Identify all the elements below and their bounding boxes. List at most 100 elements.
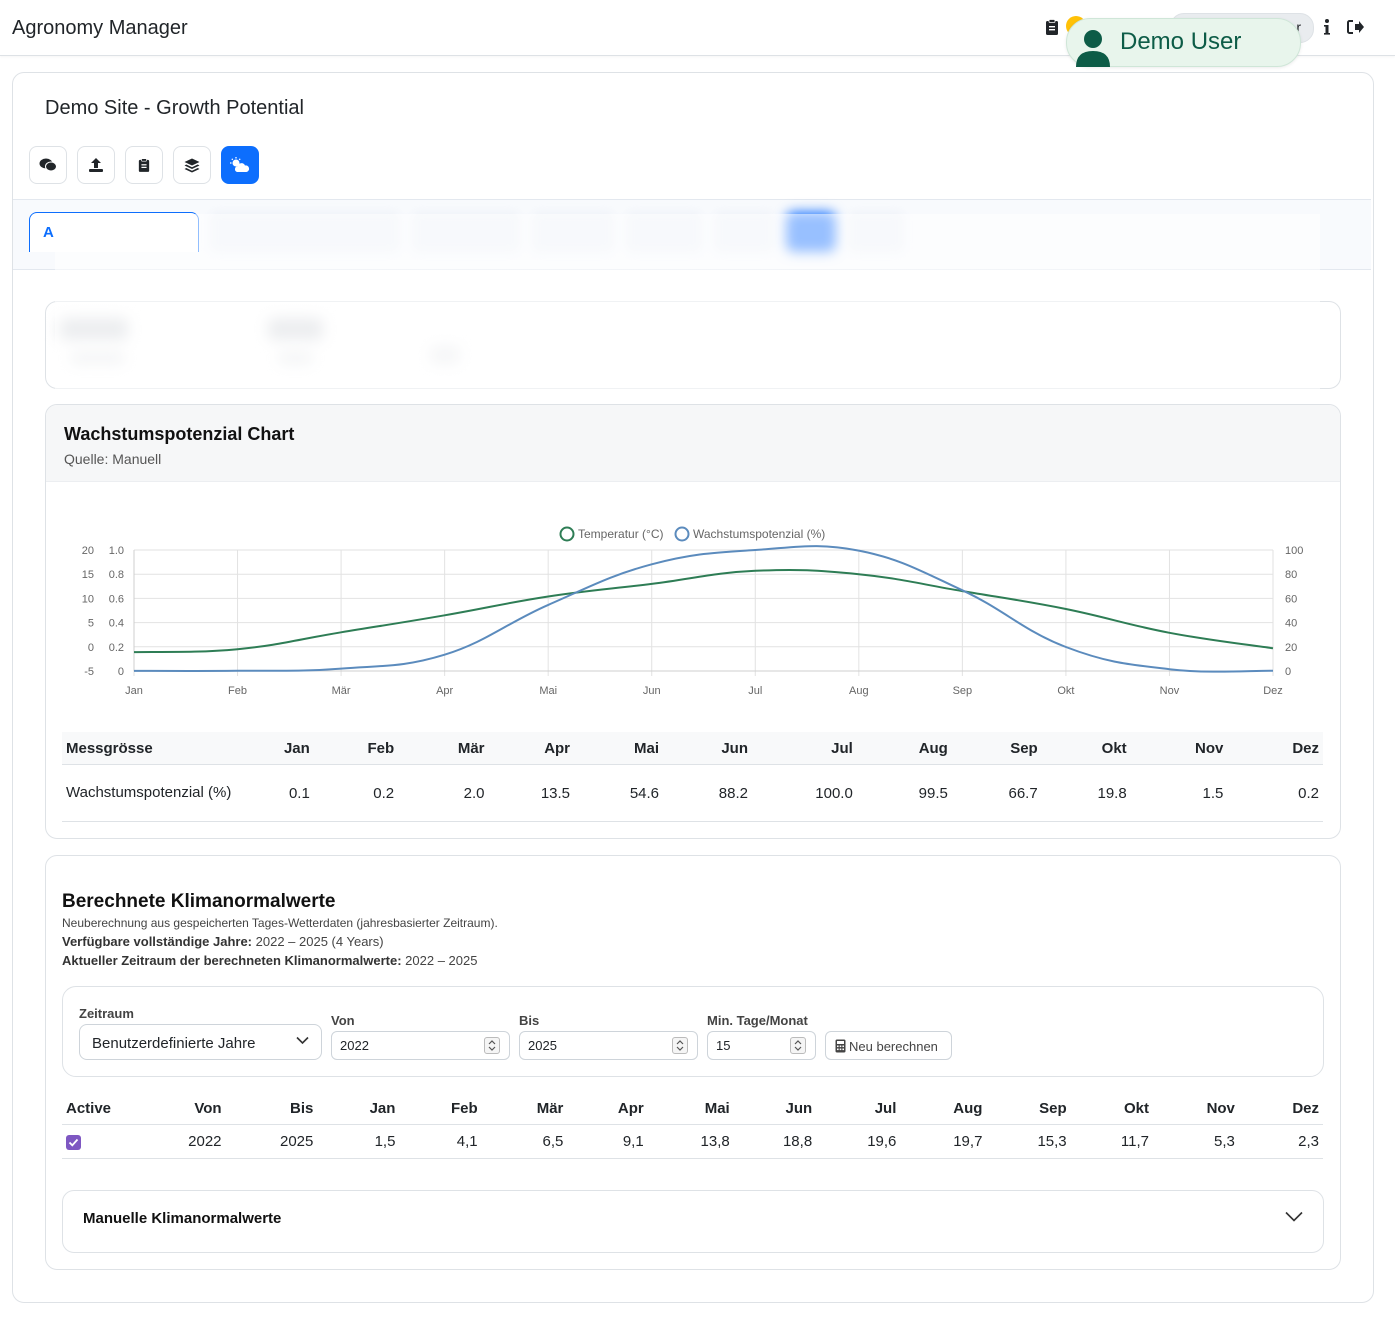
x-tick-label: Okt [1057, 685, 1074, 697]
table-cell: 0.2 [1227, 764, 1323, 822]
table-cell: 1.5 [1130, 764, 1228, 822]
table-cell: 19,7 [900, 1124, 987, 1159]
available-years: Verfügbare vollständige Jahre: 2022 – 20… [62, 934, 384, 949]
table-cell: 2,3 [1238, 1124, 1323, 1159]
x-tick-label: Mai [539, 685, 557, 697]
table-cell: 2022 [164, 1124, 226, 1159]
y-tick-label-right: 100 [1285, 545, 1303, 557]
y-tick-label-left2: 1.0 [109, 545, 124, 557]
from-year-input[interactable]: 2022 [331, 1031, 510, 1060]
y-tick-label-left: -5 [84, 666, 94, 678]
legend-label-temperature: Temperatur (°C) [578, 527, 663, 541]
column-header: Jul [752, 732, 857, 765]
y-tick-label-right: 20 [1285, 642, 1297, 654]
column-header: Dez [1227, 732, 1323, 765]
column-header: Mär [398, 732, 489, 765]
table-cell: 13.5 [488, 764, 575, 822]
climate-description: Neuberechnung aus gespeicherten Tages-We… [62, 916, 498, 930]
y-tick-label-right: 0 [1285, 666, 1291, 678]
column-header: Okt [1041, 732, 1131, 765]
column-header: Bis [225, 1093, 318, 1125]
legend-label-growth: Wachstumspotenzial (%) [693, 527, 825, 541]
table-cell: 5,3 [1152, 1124, 1239, 1159]
y-tick-label-left: 15 [82, 569, 94, 581]
column-header: Mai [574, 732, 664, 765]
manual-normals-accordion[interactable]: Manuelle Klimanormalwerte [62, 1190, 1324, 1253]
x-tick-label: Jul [748, 685, 762, 697]
column-header: Jun [733, 1093, 817, 1125]
y-tick-label-left2: 0.2 [109, 642, 124, 654]
x-tick-label: Sep [953, 685, 973, 697]
climate-normals-table: Active Von Bis Jan Feb Mär Apr Mai Jun Jul Aug Sep O… [62, 1093, 1323, 1159]
recalculate-button[interactable]: Neu berechnen [825, 1031, 952, 1060]
x-tick-label: Jun [643, 685, 661, 697]
x-tick-label: Nov [1160, 685, 1180, 697]
table-cell: 66.7 [951, 764, 1042, 822]
column-header: Active [62, 1093, 164, 1125]
table-cell: 54.6 [574, 764, 664, 822]
y-tick-label-right: 80 [1285, 569, 1297, 581]
column-header: Von [164, 1093, 226, 1125]
climate-title: Berechnete Klimanormalwerte [62, 891, 336, 912]
table-cell: 0.1 [244, 764, 314, 822]
y-tick-label-right: 40 [1285, 618, 1297, 630]
row-label: Wachstumspotenzial (%) [62, 764, 245, 822]
column-header: Nov [1130, 732, 1228, 765]
current-period: Aktueller Zeitraum der berechneten Klima… [62, 953, 478, 968]
column-header: Mai [647, 1093, 734, 1125]
chart-series [133, 545, 1274, 673]
table-cell: 99.5 [856, 764, 952, 822]
column-header: Sep [951, 732, 1042, 765]
column-header: Jul [816, 1093, 901, 1125]
stepper-icon[interactable] [672, 1037, 688, 1054]
column-header: Dez [1238, 1093, 1323, 1125]
y-tick-label-left2: 0.6 [109, 593, 124, 605]
x-tick-label: Jan [125, 685, 143, 697]
y-tick-label-left: 10 [82, 593, 94, 605]
table-cell: 9,1 [567, 1124, 648, 1159]
table-cell: 19.8 [1041, 764, 1131, 822]
to-year-input[interactable]: 2025 [519, 1031, 698, 1060]
column-header: Jan [244, 732, 314, 765]
table-cell: 15,3 [986, 1124, 1071, 1159]
table-cell: 2025 [225, 1124, 318, 1159]
column-header: Nov [1152, 1093, 1239, 1125]
column-header: Feb [399, 1093, 482, 1125]
x-tick-label: Mär [332, 685, 351, 697]
table-cell: 19,6 [816, 1124, 901, 1159]
chevron-down-icon [296, 1036, 309, 1045]
climate-table-header: Active Von Bis Jan Feb Mär Apr Mai Jun Jul Aug Sep O… [62, 1093, 1323, 1125]
calculator-icon [835, 1039, 846, 1053]
table-cell: 2.0 [398, 764, 489, 822]
to-label: Bis [519, 1013, 540, 1028]
x-tick-label: Apr [436, 685, 453, 697]
x-tick-label: Feb [228, 685, 247, 697]
column-header: Jan [317, 1093, 400, 1125]
table-cell: 6,5 [481, 1124, 568, 1159]
stepper-icon[interactable] [790, 1037, 806, 1054]
period-select[interactable]: Benutzerdefinierte Jahre [79, 1024, 322, 1060]
chevron-down-icon [1285, 1211, 1303, 1222]
stepper-icon[interactable] [484, 1037, 500, 1054]
table-cell: 18,8 [733, 1124, 817, 1159]
growth-table: Messgrösse Jan Feb Mär Apr Mai Jun Jul Aug Sep Okt… [62, 732, 1323, 822]
y-tick-label-left: 0 [88, 642, 94, 654]
from-label: Von [331, 1013, 355, 1028]
column-header: Aug [856, 732, 952, 765]
table-cell: 100.0 [752, 764, 857, 822]
chart-legend[interactable]: Temperatur (°C) Wachstumspotenzial (%) [559, 526, 826, 542]
column-header: Mär [481, 1093, 568, 1125]
growth-potential-line [133, 545, 1274, 673]
column-header: Feb [313, 732, 399, 765]
y-tick-label-left2: 0.8 [109, 569, 124, 581]
temperature-line [133, 568, 1274, 654]
min-days-input[interactable]: 15 [707, 1031, 816, 1060]
active-cell [62, 1124, 164, 1159]
y-tick-label-left: 20 [82, 545, 94, 557]
column-header: Apr [567, 1093, 648, 1125]
table-cell: 1,5 [317, 1124, 400, 1159]
table-cell: 11,7 [1070, 1124, 1153, 1159]
legend-marker-temperature [559, 526, 575, 542]
period-label: Zeitraum [79, 1006, 134, 1021]
active-checkbox[interactable] [66, 1134, 81, 1150]
